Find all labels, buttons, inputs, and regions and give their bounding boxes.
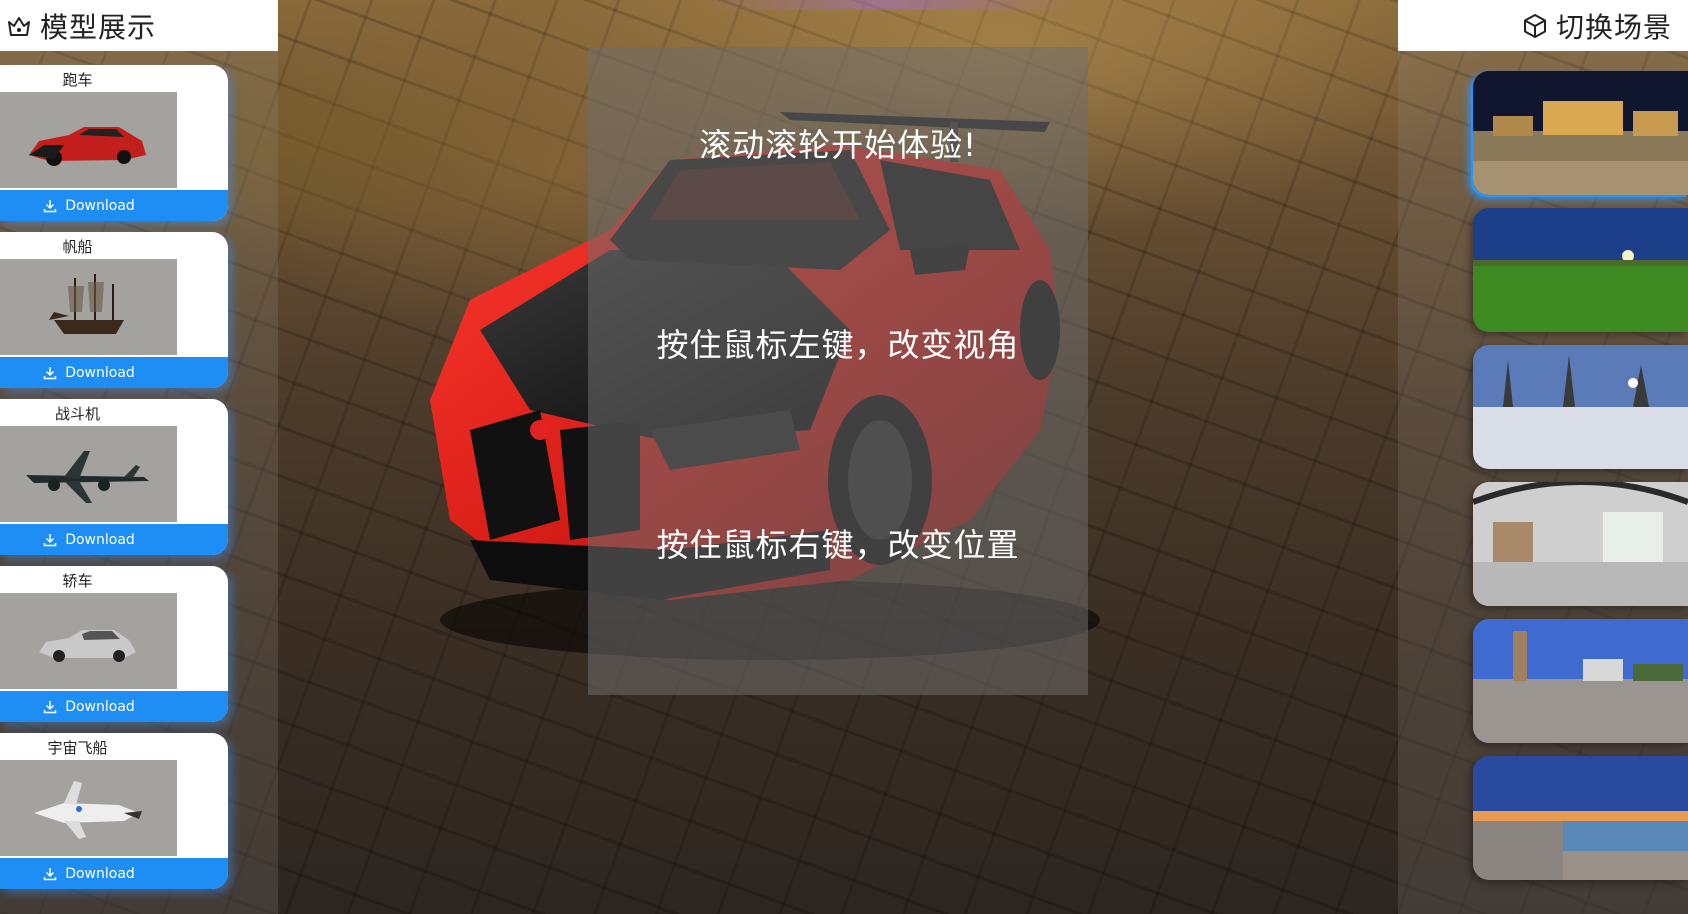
- crown-home-icon: [6, 13, 32, 39]
- right-drag-hint: 按住鼠标右键，改变位置: [656, 526, 1020, 564]
- download-button[interactable]: Download: [0, 190, 228, 221]
- model-thumbnail[interactable]: [0, 426, 177, 522]
- download-label: Download: [65, 865, 135, 882]
- scene-thumb-green-field[interactable]: [1473, 208, 1688, 332]
- download-button[interactable]: Download: [0, 357, 228, 388]
- scene-panel-header: 切换场景: [1398, 0, 1688, 51]
- model-thumbnail[interactable]: [0, 92, 177, 188]
- model-thumbnail[interactable]: [0, 259, 177, 355]
- model-card-sports-car[interactable]: 跑车 Download: [0, 65, 228, 221]
- model-panel-header: 模型展示: [0, 0, 278, 51]
- model-name: 战斗机: [54, 405, 100, 423]
- model-name: 轿车: [62, 572, 93, 590]
- download-label: Download: [65, 364, 135, 381]
- model-thumbnail[interactable]: [0, 760, 177, 856]
- model-name: 宇宙飞船: [47, 739, 108, 757]
- download-button[interactable]: Download: [0, 691, 228, 722]
- download-icon: [43, 867, 57, 881]
- cube-icon: [1522, 13, 1548, 39]
- model-card-fighter-plane[interactable]: 战斗机 Download: [0, 399, 228, 555]
- scene-thumb-night-city[interactable]: [1473, 71, 1688, 195]
- scroll-hint: 滚动滚轮开始体验!: [699, 126, 977, 164]
- scene-thumb-indoor-studio[interactable]: [1473, 482, 1688, 606]
- scene-thumb-plaza-tower[interactable]: [1473, 619, 1688, 743]
- left-drag-hint: 按住鼠标左键，改变视角: [656, 326, 1020, 364]
- model-name: 跑车: [62, 71, 93, 89]
- download-label: Download: [65, 698, 135, 715]
- model-thumbnail[interactable]: [0, 593, 177, 689]
- download-button[interactable]: Download: [0, 524, 228, 555]
- scene-panel-title: 切换场景: [1555, 10, 1672, 44]
- scene-panel: 切换场景: [1398, 0, 1688, 914]
- model-card-spaceship[interactable]: 宇宙飞船 Download: [0, 733, 228, 889]
- download-label: Download: [65, 531, 135, 548]
- model-panel: 模型展示 跑车 Download 帆船 Download 战斗机 Downloa…: [0, 0, 278, 914]
- download-icon: [43, 366, 57, 380]
- model-card-sedan[interactable]: 轿车 Download: [0, 566, 228, 722]
- download-icon: [43, 700, 57, 714]
- download-button[interactable]: Download: [0, 858, 228, 889]
- download-icon: [43, 533, 57, 547]
- model-card-sailing-ship[interactable]: 帆船 Download: [0, 232, 228, 388]
- 3d-viewport[interactable]: 滚动滚轮开始体验! 按住鼠标左键，改变视角 按住鼠标右键，改变位置 模型展示 跑…: [0, 0, 1688, 914]
- model-panel-title: 模型展示: [40, 10, 157, 44]
- model-name: 帆船: [62, 238, 93, 256]
- usage-hint-overlay: 滚动滚轮开始体验! 按住鼠标左键，改变视角 按住鼠标右键，改变位置: [588, 47, 1088, 695]
- download-label: Download: [65, 197, 135, 214]
- scene-thumb-seaside-sunset[interactable]: [1473, 756, 1688, 880]
- download-icon: [43, 199, 57, 213]
- scene-thumb-snowy-park[interactable]: [1473, 345, 1688, 469]
